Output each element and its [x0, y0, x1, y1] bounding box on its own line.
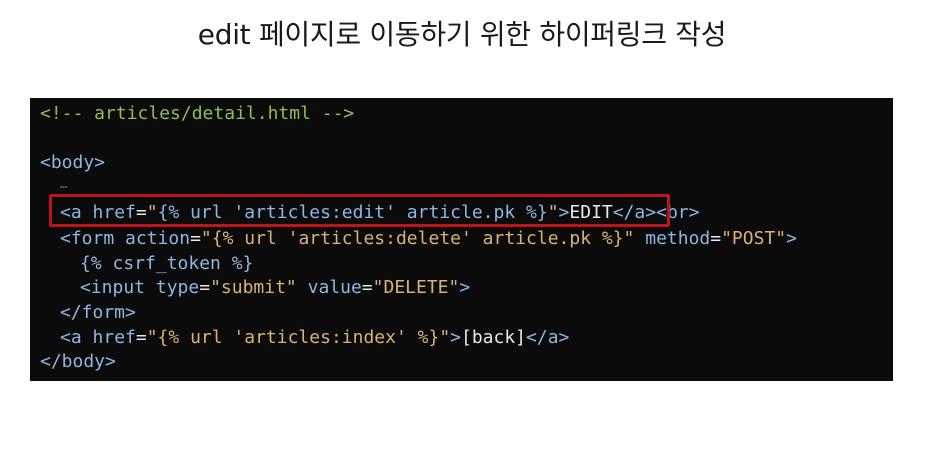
input-tag-gt: > [459, 277, 471, 298]
slide-title: edit 페이지로 이동하기 위한 하이퍼링크 작성 [197, 18, 727, 51]
form-method-attr: method [634, 228, 711, 249]
back-link-tag-close: </a> [526, 327, 570, 348]
back-link-text: [back] [461, 327, 527, 348]
code-body-open-line: <body> [40, 152, 106, 173]
form-tag-gt: > [786, 228, 797, 249]
code-comment-line: <!-- articles/detail.html --> [40, 103, 355, 124]
code-body-close-line: </body> [40, 351, 116, 372]
input-type-attr: type [155, 277, 200, 298]
form-action-attr: action [125, 228, 191, 249]
form-action-value: "{% url 'articles:delete' article.pk %}" [200, 228, 635, 249]
input-value-value: "DELETE" [372, 277, 460, 298]
code-block: <!-- articles/detail.html --> <body> … <… [30, 98, 893, 381]
slide: edit 페이지로 이동하기 위한 하이퍼링크 작성 <!-- articles… [0, 0, 948, 476]
code-csrf-line: {% csrf_token %} [80, 253, 254, 274]
code-back-link-line: <a href="{% url 'articles:index' %}">[ba… [60, 327, 570, 348]
back-link-gt: > [450, 327, 461, 348]
back-link-value: "{% url 'articles:index' %}" [146, 327, 451, 348]
code-form-close-line: </form> [60, 302, 136, 323]
back-link-attr: href [92, 327, 136, 348]
form-method-value: "POST" [721, 228, 787, 249]
back-link-tag-open: <a [60, 327, 93, 348]
input-value-attr: value [296, 277, 362, 298]
highlight-box [49, 194, 670, 227]
code-input-line: <input type="submit" value="DELETE"> [80, 277, 471, 298]
code-ellipsis: … [60, 177, 68, 191]
input-tag-open: <input [80, 277, 156, 298]
form-tag-open: <form [60, 228, 126, 249]
code-form-open-line: <form action="{% url 'articles:delete' a… [60, 228, 797, 249]
input-type-value: "submit" [210, 277, 297, 298]
